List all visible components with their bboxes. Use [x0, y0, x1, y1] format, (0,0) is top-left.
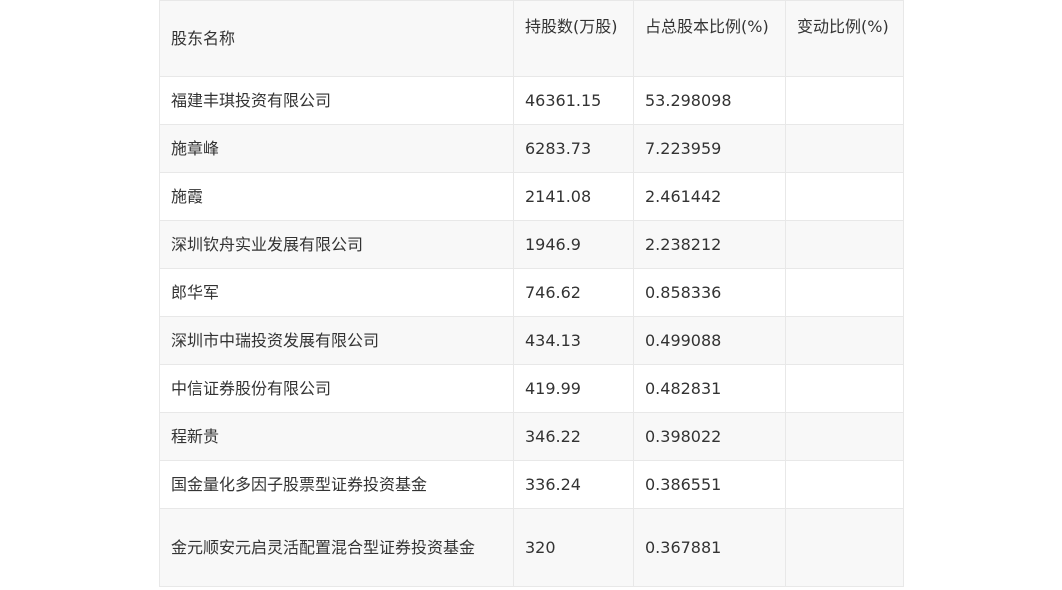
cell-shares-held: 346.22 [513, 412, 634, 461]
table-row: 施章峰 6283.73 7.223959 [159, 124, 904, 173]
cell-shareholder-name: 程新贵 [159, 412, 514, 461]
shareholder-table: 股东名称 持股数(万股) 占总股本比例(%) 变动比例(%) 福建丰琪投资有限公… [159, 0, 904, 587]
cell-share-ratio: 0.482831 [633, 364, 786, 413]
header-share-ratio: 占总股本比例(%) [633, 0, 786, 77]
cell-share-ratio: 0.398022 [633, 412, 786, 461]
cell-share-ratio: 2.461442 [633, 172, 786, 221]
cell-share-ratio: 0.499088 [633, 316, 786, 365]
cell-change-ratio [785, 124, 904, 173]
cell-shares-held: 434.13 [513, 316, 634, 365]
cell-change-ratio [785, 412, 904, 461]
cell-shares-held: 746.62 [513, 268, 634, 317]
cell-change-ratio [785, 316, 904, 365]
table-header-row: 股东名称 持股数(万股) 占总股本比例(%) 变动比例(%) [159, 0, 904, 77]
table-row: 金元顺安元启灵活配置混合型证券投资基金 320 0.367881 [159, 508, 904, 587]
cell-shares-held: 320 [513, 508, 634, 587]
cell-share-ratio: 0.858336 [633, 268, 786, 317]
cell-shareholder-name: 福建丰琪投资有限公司 [159, 76, 514, 125]
header-shareholder-name: 股东名称 [159, 0, 514, 77]
header-shares-held: 持股数(万股) [513, 0, 634, 77]
cell-change-ratio [785, 508, 904, 587]
table-row: 深圳钦舟实业发展有限公司 1946.9 2.238212 [159, 220, 904, 269]
cell-change-ratio [785, 364, 904, 413]
table-row: 郎华军 746.62 0.858336 [159, 268, 904, 317]
cell-share-ratio: 2.238212 [633, 220, 786, 269]
cell-shareholder-name: 中信证券股份有限公司 [159, 364, 514, 413]
cell-shareholder-name: 郎华军 [159, 268, 514, 317]
cell-shares-held: 6283.73 [513, 124, 634, 173]
table-row: 程新贵 346.22 0.398022 [159, 412, 904, 461]
cell-share-ratio: 0.367881 [633, 508, 786, 587]
table-row: 施霞 2141.08 2.461442 [159, 172, 904, 221]
cell-change-ratio [785, 268, 904, 317]
shareholder-table-container: 股东名称 持股数(万股) 占总股本比例(%) 变动比例(%) 福建丰琪投资有限公… [159, 0, 904, 587]
cell-shares-held: 2141.08 [513, 172, 634, 221]
cell-shares-held: 1946.9 [513, 220, 634, 269]
cell-shares-held: 336.24 [513, 460, 634, 509]
cell-share-ratio: 0.386551 [633, 460, 786, 509]
table-row: 深圳市中瑞投资发展有限公司 434.13 0.499088 [159, 316, 904, 365]
cell-shareholder-name: 施霞 [159, 172, 514, 221]
cell-change-ratio [785, 172, 904, 221]
cell-share-ratio: 7.223959 [633, 124, 786, 173]
cell-change-ratio [785, 220, 904, 269]
cell-change-ratio [785, 76, 904, 125]
cell-shareholder-name: 国金量化多因子股票型证券投资基金 [159, 460, 514, 509]
cell-shareholder-name: 施章峰 [159, 124, 514, 173]
cell-shares-held: 46361.15 [513, 76, 634, 125]
cell-change-ratio [785, 460, 904, 509]
table-row: 中信证券股份有限公司 419.99 0.482831 [159, 364, 904, 413]
table-row: 国金量化多因子股票型证券投资基金 336.24 0.386551 [159, 460, 904, 509]
header-change-ratio: 变动比例(%) [785, 0, 904, 77]
cell-share-ratio: 53.298098 [633, 76, 786, 125]
cell-shareholder-name: 深圳市中瑞投资发展有限公司 [159, 316, 514, 365]
cell-shareholder-name: 金元顺安元启灵活配置混合型证券投资基金 [159, 508, 514, 587]
table-row: 福建丰琪投资有限公司 46361.15 53.298098 [159, 76, 904, 125]
cell-shares-held: 419.99 [513, 364, 634, 413]
cell-shareholder-name: 深圳钦舟实业发展有限公司 [159, 220, 514, 269]
